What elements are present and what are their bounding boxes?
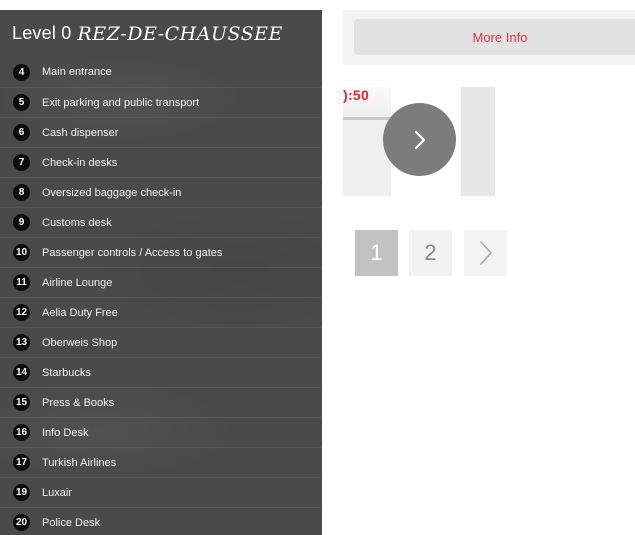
legend-item[interactable]: 17 Turkish Airlines [0, 447, 322, 477]
legend-item[interactable]: 8 Oversized baggage check-in [0, 177, 322, 207]
legend-item[interactable]: 6 Cash dispenser [0, 117, 322, 147]
legend-item-label: Airline Lounge [42, 276, 113, 289]
legend-item-label: Exit parking and public transport [42, 96, 200, 109]
legend-item[interactable]: 10 Passenger controls / Access to gates [0, 237, 322, 267]
next-page-button[interactable] [464, 230, 507, 276]
legend-item[interactable]: 5 Exit parking and public transport [0, 87, 322, 117]
legend-item[interactable]: 19 Luxair [0, 477, 322, 507]
number-badge: 4 [13, 63, 30, 81]
number-badge: 11 [13, 274, 30, 291]
number-badge: 16 [13, 424, 30, 441]
legend-item[interactable]: 15 Press & Books [0, 387, 322, 417]
carousel-next-button[interactable] [383, 103, 456, 176]
number-badge: 20 [13, 514, 30, 531]
number-badge: 12 [13, 304, 30, 321]
legend-item-label: Cash dispenser [42, 126, 119, 139]
number-badge: 17 [13, 454, 30, 471]
legend-item[interactable]: 7 Check-in desks [0, 147, 322, 177]
page-button-2[interactable]: 2 [409, 230, 452, 276]
legend-item-label: Luxair [42, 486, 72, 499]
legend-item-label: Check-in desks [42, 156, 118, 169]
more-info-button[interactable]: More Info [354, 19, 635, 55]
legend-list: 4 Main entrance 5 Exit parking and publi… [0, 57, 322, 535]
legend-item-label: Info Desk [42, 426, 89, 439]
number-badge: 8 [13, 184, 30, 201]
more-info-bar: More Info [343, 10, 635, 65]
number-badge: 13 [13, 334, 30, 351]
level-prefix: Level 0 [12, 23, 72, 43]
legend-item-label: Starbucks [42, 366, 91, 379]
number-badge: 14 [13, 364, 30, 381]
legend-item-label: Aelia Duty Free [42, 306, 118, 319]
chevron-right-icon [414, 130, 425, 149]
number-badge: 9 [13, 214, 30, 231]
legend-item-label: Oberweis Shop [42, 336, 118, 349]
thumbnail-stripe [343, 117, 391, 120]
legend-item-label: Turkish Airlines [42, 456, 117, 469]
number-badge: 5 [13, 94, 30, 111]
number-badge: 10 [13, 244, 30, 261]
page-button-1[interactable]: 1 [355, 230, 398, 276]
legend-item[interactable]: 20 Police Desk [0, 507, 322, 535]
legend-item-label: Passenger controls / Access to gates [42, 246, 223, 259]
legend-item-label: Customs desk [42, 216, 112, 229]
floor-legend-panel: Level 0 REZ-DE-CHAUSSEE 4 Main entrance … [0, 10, 322, 535]
legend-item[interactable]: 13 Oberweis Shop [0, 327, 322, 357]
level-name: REZ-DE-CHAUSSEE [77, 22, 283, 45]
legend-item[interactable]: 12 Aelia Duty Free [0, 297, 322, 327]
legend-item[interactable]: 14 Starbucks [0, 357, 322, 387]
legend-header: Level 0 REZ-DE-CHAUSSEE [0, 10, 322, 57]
legend-item-label: Main entrance [42, 66, 112, 78]
number-badge: 19 [13, 484, 30, 501]
number-badge: 15 [13, 394, 30, 411]
legend-item-label: Oversized baggage check-in [42, 186, 182, 199]
legend-item[interactable]: 11 Airline Lounge [0, 267, 322, 297]
number-badge: 7 [13, 154, 30, 171]
legend-item[interactable]: 9 Customs desk [0, 207, 322, 237]
thumbnail-clock-text: ):50 [343, 87, 370, 103]
legend-item-label: Press & Books [42, 396, 115, 409]
legend-item[interactable]: 4 Main entrance [0, 57, 322, 87]
legend-item[interactable]: 16 Info Desk [0, 417, 322, 447]
chevron-right-icon [479, 241, 492, 265]
number-badge: 6 [13, 124, 30, 141]
legend-item-label: Police Desk [42, 516, 101, 529]
carousel-thumbnail[interactable] [461, 87, 495, 196]
image-carousel: ):50 [343, 87, 635, 197]
